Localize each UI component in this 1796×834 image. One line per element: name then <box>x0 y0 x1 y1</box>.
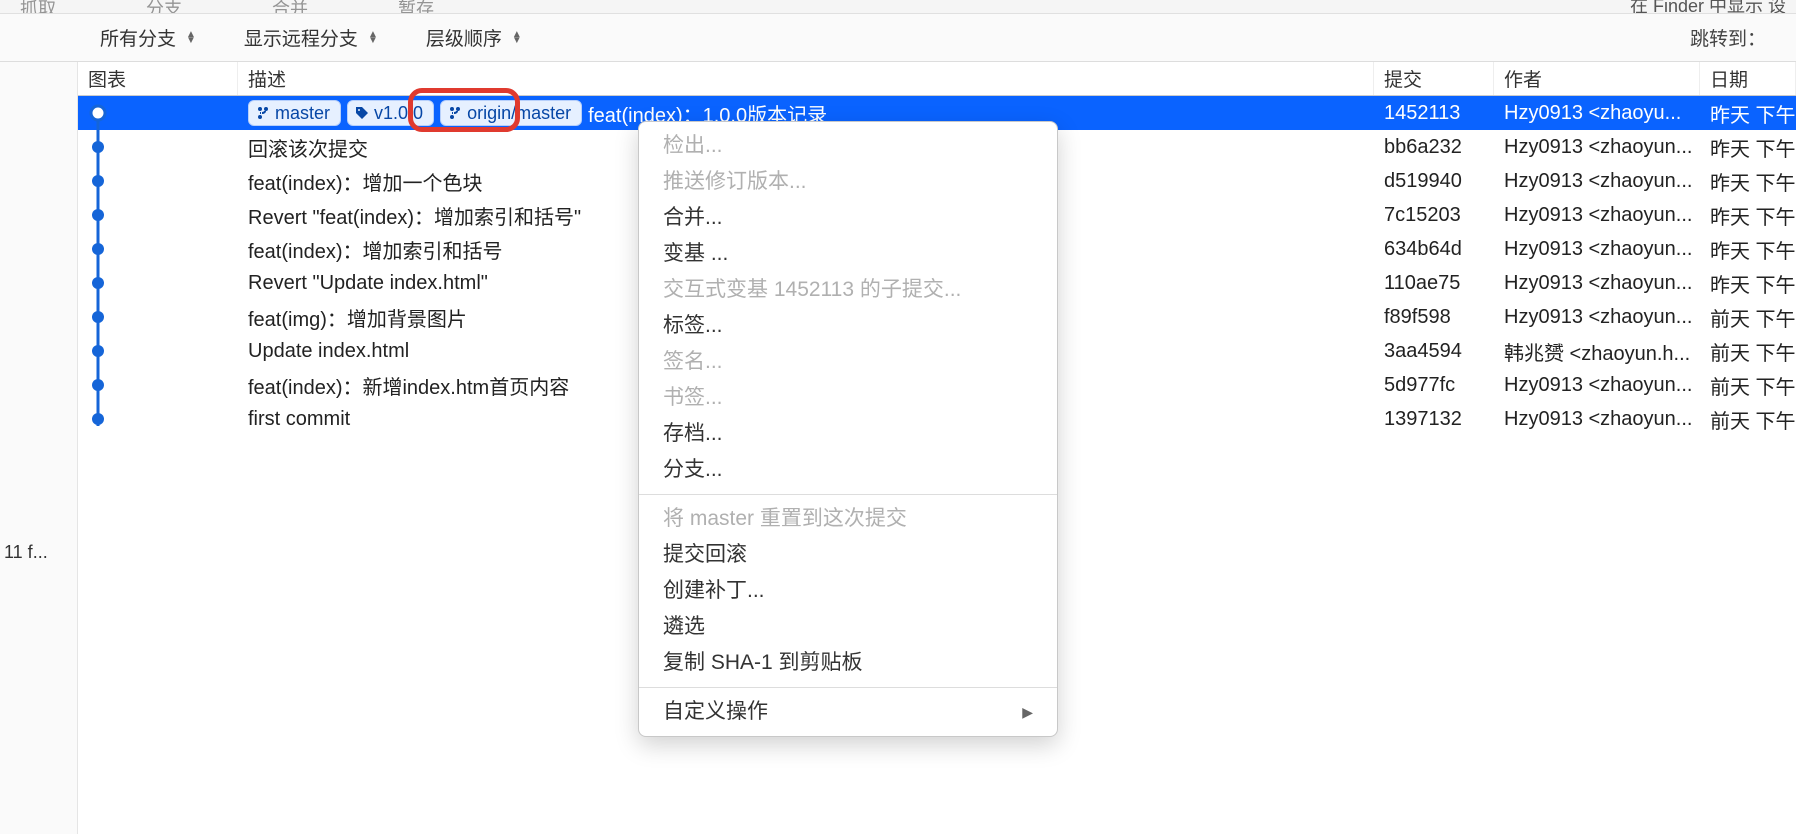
menu-item[interactable]: 分支... <box>639 452 1057 488</box>
menu-item: 将 master 重置到这次提交 <box>639 501 1057 537</box>
toolbar-finder[interactable]: 在 Finder 中显示 设 <box>1630 0 1786 14</box>
col-header-author[interactable]: 作者 <box>1494 62 1700 95</box>
cell-date: 昨天 下午 <box>1700 266 1796 300</box>
branch-pill-master[interactable]: master <box>248 100 341 126</box>
cell-graph <box>78 402 238 436</box>
menu-item[interactable]: 自定义操作 <box>639 694 1057 730</box>
chevrons-icon <box>512 32 522 44</box>
cell-commit: 3aa4594 <box>1374 334 1494 368</box>
filter-order[interactable]: 层级顺序 <box>426 24 522 51</box>
cell-author: Hzy0913 <zhaoyun... <box>1494 232 1700 266</box>
cell-commit: bb6a232 <box>1374 130 1494 164</box>
cell-commit: f89f598 <box>1374 300 1494 334</box>
col-header-graph[interactable]: 图表 <box>78 62 238 95</box>
cell-author: Hzy0913 <zhaoyun... <box>1494 266 1700 300</box>
cell-commit: 634b64d <box>1374 232 1494 266</box>
menu-item: 推送修订版本... <box>639 164 1057 200</box>
cell-date: 前天 下午 <box>1700 334 1796 368</box>
chevrons-icon <box>186 32 196 44</box>
sidebar-file-item[interactable]: 11 f... <box>4 542 77 563</box>
top-toolbar: 抓取 分支 合并 暂存 在 Finder 中显示 设 <box>0 0 1796 14</box>
filter-order-label: 层级顺序 <box>426 24 502 51</box>
jump-to-label: 跳转到： <box>1690 24 1766 51</box>
menu-item: 书签... <box>639 380 1057 416</box>
cell-graph <box>78 232 238 266</box>
menu-item[interactable]: 提交回滚 <box>639 537 1057 573</box>
cell-commit: 7c15203 <box>1374 198 1494 232</box>
menu-item: 检出... <box>639 128 1057 164</box>
menu-item[interactable]: 存档... <box>639 416 1057 452</box>
menu-separator <box>639 687 1057 688</box>
toolbar-merge[interactable]: 合并 <box>272 0 308 14</box>
col-header-date[interactable]: 日期 <box>1700 62 1796 95</box>
toolbar-stash[interactable]: 暂存 <box>398 0 434 14</box>
cell-author: Hzy0913 <zhaoyun... <box>1494 300 1700 334</box>
cell-date: 昨天 下午 <box>1700 130 1796 164</box>
filter-all-branches-label: 所有分支 <box>100 24 176 51</box>
tag-pill[interactable]: v1.0.0 <box>347 100 434 126</box>
menu-separator <box>639 494 1057 495</box>
cell-commit: 5d977fc <box>1374 368 1494 402</box>
cell-graph <box>78 266 238 300</box>
menu-item[interactable]: 遴选 <box>639 609 1057 645</box>
cell-date: 昨天 下午 <box>1700 198 1796 232</box>
toolbar-branch[interactable]: 分支 <box>146 0 182 14</box>
cell-author: Hzy0913 <zhaoyun... <box>1494 130 1700 164</box>
cell-graph <box>78 368 238 402</box>
cell-date: 前天 下午 <box>1700 368 1796 402</box>
menu-item[interactable]: 创建补丁... <box>639 573 1057 609</box>
toolbar-fetch[interactable]: 抓取 <box>20 0 56 14</box>
cell-date: 昨天 下午 <box>1700 232 1796 266</box>
menu-item: 交互式变基 1452113 的子提交... <box>639 272 1057 308</box>
cell-date: 昨天 下午 <box>1700 96 1796 130</box>
filter-show-remote-label: 显示远程分支 <box>244 24 358 51</box>
cell-author: 韩兆赟 <zhaoyun.h... <box>1494 334 1700 368</box>
filter-all-branches[interactable]: 所有分支 <box>100 24 196 51</box>
cell-commit: d519940 <box>1374 164 1494 198</box>
col-header-desc[interactable]: 描述 <box>238 62 1374 95</box>
cell-graph <box>78 130 238 164</box>
cell-author: Hzy0913 <zhaoyun... <box>1494 198 1700 232</box>
cell-graph <box>78 96 238 130</box>
col-header-commit[interactable]: 提交 <box>1374 62 1494 95</box>
menu-item: 签名... <box>639 344 1057 380</box>
chevrons-icon <box>368 32 378 44</box>
cell-commit: 1452113 <box>1374 96 1494 130</box>
cell-author: Hzy0913 <zhaoyun... <box>1494 402 1700 436</box>
sidebar: 11 f... <box>0 62 78 834</box>
filter-bar: 所有分支 显示远程分支 层级顺序 跳转到： <box>0 14 1796 62</box>
context-menu[interactable]: 检出...推送修订版本...合并...变基 ...交互式变基 1452113 的… <box>638 121 1058 737</box>
menu-item[interactable]: 合并... <box>639 200 1057 236</box>
menu-item[interactable]: 变基 ... <box>639 236 1057 272</box>
table-header: 图表 描述 提交 作者 日期 <box>78 62 1796 96</box>
cell-graph <box>78 300 238 334</box>
branch-pill-origin-master[interactable]: origin/master <box>440 100 582 126</box>
cell-date: 前天 下午 <box>1700 300 1796 334</box>
cell-date: 昨天 下午 <box>1700 164 1796 198</box>
cell-author: Hzy0913 <zhaoyun... <box>1494 368 1700 402</box>
cell-commit: 1397132 <box>1374 402 1494 436</box>
cell-author: Hzy0913 <zhaoyu... <box>1494 96 1700 130</box>
cell-graph <box>78 198 238 232</box>
filter-show-remote[interactable]: 显示远程分支 <box>244 24 378 51</box>
cell-graph <box>78 164 238 198</box>
cell-date: 前天 下午 <box>1700 402 1796 436</box>
cell-commit: 110ae75 <box>1374 266 1494 300</box>
cell-author: Hzy0913 <zhaoyun... <box>1494 164 1700 198</box>
menu-item[interactable]: 标签... <box>639 308 1057 344</box>
cell-graph <box>78 334 238 368</box>
menu-item[interactable]: 复制 SHA-1 到剪贴板 <box>639 645 1057 681</box>
